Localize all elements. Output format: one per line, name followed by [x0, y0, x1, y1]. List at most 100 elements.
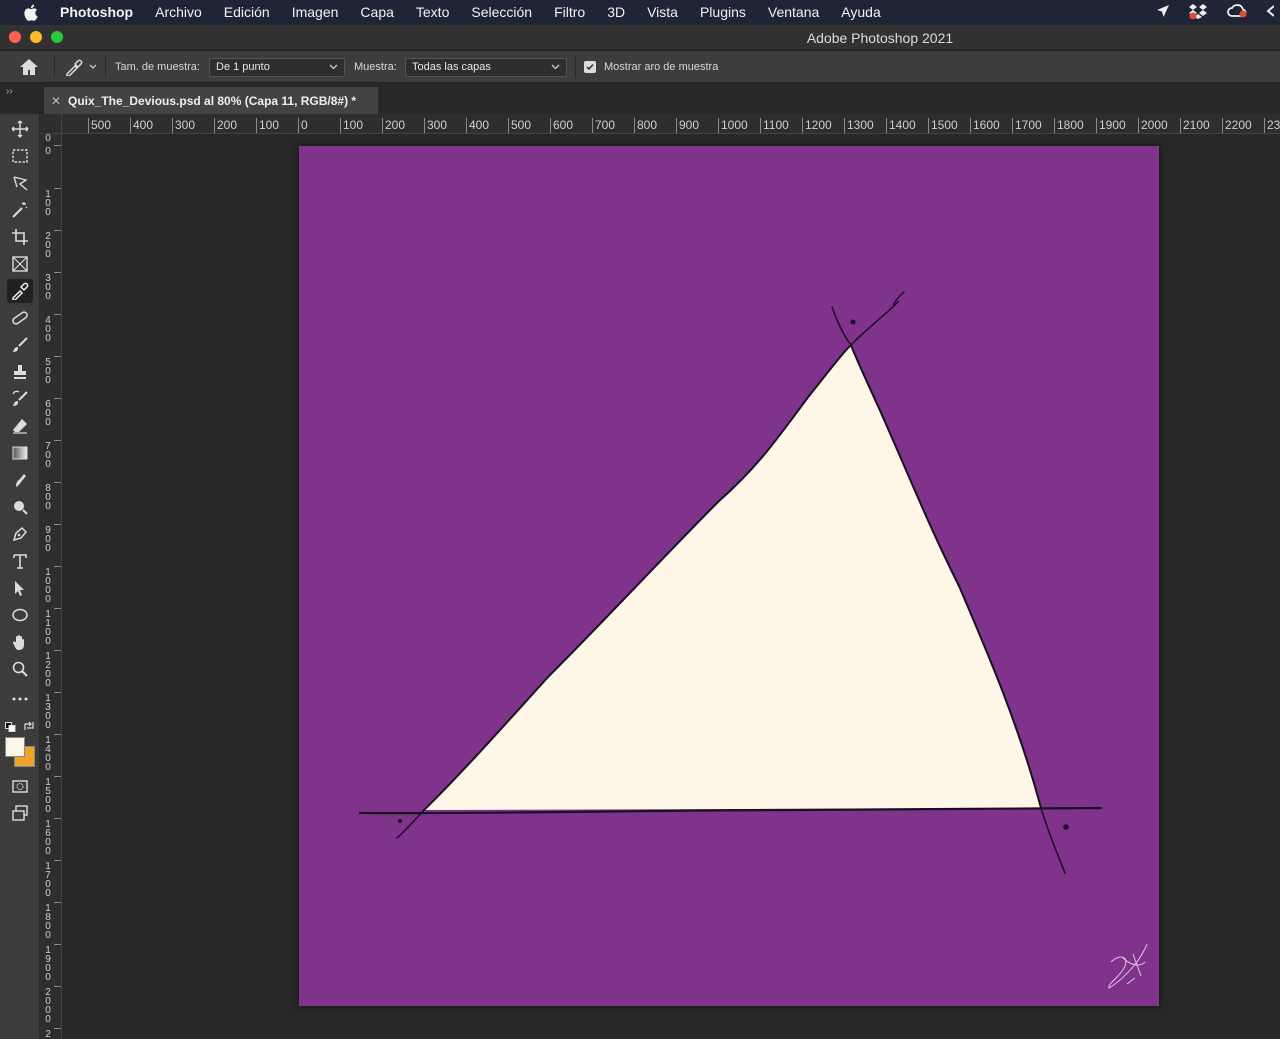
eraser-tool-icon[interactable] — [7, 414, 33, 438]
location-arrow-icon[interactable] — [1156, 4, 1170, 21]
dropbox-icon[interactable] — [1188, 3, 1208, 22]
ruler-tick-line — [54, 860, 61, 861]
creative-cloud-icon[interactable] — [1226, 3, 1248, 22]
ruler-tick-label: 2200 — [1222, 118, 1252, 133]
crop-tool-icon[interactable] — [7, 225, 33, 249]
menu-archivo[interactable]: Archivo — [144, 0, 213, 25]
ruler-tick-label: 1800 — [45, 903, 51, 941]
menu-ventana[interactable]: Ventana — [757, 0, 830, 25]
ruler-tick-label: 1400 — [886, 118, 916, 133]
ruler-tick-line — [54, 398, 61, 399]
ruler-tick-label: 1900 — [45, 945, 51, 983]
sample-size-label: Tam. de muestra: — [115, 61, 200, 73]
ruler-tick-line — [54, 776, 61, 777]
ruler-tick-label: 1100 — [760, 118, 789, 133]
ruler-tick-label: 300 — [45, 273, 51, 302]
document-canvas[interactable] — [299, 146, 1159, 1006]
ruler-tick-line — [54, 524, 61, 525]
ruler-tick-label: 600 — [45, 399, 51, 428]
macos-menu-bar: Photoshop Archivo Edición Imagen Capa Te… — [0, 0, 1280, 25]
frame-tool-icon[interactable] — [7, 252, 33, 276]
menu-photoshop[interactable]: Photoshop — [60, 0, 144, 25]
ruler-origin[interactable] — [40, 114, 62, 134]
window-title: Adobe Photoshop 2021 — [806, 30, 954, 46]
dodge-tool-icon[interactable] — [7, 495, 33, 519]
menu-imagen[interactable]: Imagen — [281, 0, 350, 25]
show-sampling-ring-option[interactable]: Mostrar aro de muestra — [584, 51, 718, 83]
smudge-tool-icon[interactable] — [7, 468, 33, 492]
ruler-tick-line — [54, 818, 61, 819]
options-bar: Tam. de muestra: De 1 punto Muestra: Tod… — [0, 51, 1280, 83]
menu-3d[interactable]: 3D — [596, 0, 636, 25]
path-selection-tool-icon[interactable] — [7, 576, 33, 600]
tool-preset-picker[interactable] — [64, 51, 96, 83]
menu-seleccion[interactable]: Selección — [460, 0, 543, 25]
pen-tool-icon[interactable] — [7, 522, 33, 546]
partial-status-icon[interactable] — [1266, 4, 1275, 21]
brush-tool-icon[interactable] — [7, 333, 33, 357]
close-tab-icon[interactable]: ✕ — [44, 94, 68, 108]
ruler-tick-label: 2000 — [45, 987, 51, 1025]
gradient-tool-icon[interactable] — [7, 441, 33, 465]
clone-stamp-tool-icon[interactable] — [7, 360, 33, 384]
menu-plugins[interactable]: Plugins — [689, 0, 757, 25]
history-brush-tool-icon[interactable] — [7, 387, 33, 411]
ruler-tick-line — [54, 986, 61, 987]
apple-menu-icon[interactable] — [0, 4, 60, 21]
ruler-tick-line — [54, 272, 61, 273]
screen-mode-icon[interactable] — [7, 801, 33, 825]
ellipse-tool-icon[interactable] — [7, 603, 33, 627]
menu-vista[interactable]: Vista — [636, 0, 689, 25]
marquee-tool-icon[interactable] — [7, 144, 33, 168]
magic-wand-tool-icon[interactable] — [7, 198, 33, 222]
zoom-tool-icon[interactable] — [7, 657, 33, 681]
lasso-tool-icon[interactable] — [7, 171, 33, 195]
swap-colors-icon[interactable] — [23, 719, 35, 737]
ruler-tick-label: 300 — [172, 118, 195, 133]
ruler-tick-line — [54, 230, 61, 231]
quick-mask-icon[interactable] — [7, 774, 33, 798]
menu-ayuda[interactable]: Ayuda — [830, 0, 891, 25]
move-tool-icon[interactable] — [7, 117, 33, 141]
show-sampling-ring-checkbox[interactable] — [584, 61, 596, 73]
eyedropper-tool-icon[interactable] — [7, 279, 33, 303]
menu-capa[interactable]: Capa — [349, 0, 404, 25]
ruler-tick-label: 300 — [424, 118, 447, 133]
ruler-tick-label: 500 — [508, 118, 531, 133]
menu-texto[interactable]: Texto — [405, 0, 460, 25]
foreground-color-swatch[interactable] — [5, 737, 25, 757]
ruler-tick-label: 1600 — [45, 819, 51, 857]
hand-tool-icon[interactable] — [7, 630, 33, 654]
show-sampling-ring-label: Mostrar aro de muestra — [604, 61, 719, 73]
ruler-tick-label: 400 — [466, 118, 489, 133]
ruler-tick-line — [54, 145, 61, 146]
type-tool-icon[interactable] — [7, 549, 33, 573]
horizontal-ruler[interactable]: 500 400 300 200 100 0 100 200 300 400 500 600 700 800… — [62, 114, 1280, 134]
home-button[interactable] — [18, 51, 40, 83]
ruler-tick-label: 900 — [45, 525, 51, 554]
ruler-tick-label: 100 — [340, 118, 363, 133]
ruler-tick-line — [54, 188, 61, 189]
sample-size-select[interactable]: De 1 punto — [209, 57, 345, 77]
ruler-tick-label: 1600 — [970, 118, 1000, 133]
ruler-tick-label: 800 — [634, 118, 657, 133]
menu-edicion[interactable]: Edición — [213, 0, 281, 25]
ruler-tick-label: 2 — [45, 1029, 51, 1039]
more-tools-icon[interactable] — [7, 687, 33, 711]
ruler-tick-line — [54, 440, 61, 441]
menu-filtro[interactable]: Filtro — [543, 0, 596, 25]
vertical-ruler[interactable]: 0 0 100 200 300 400 500 600 700 800 900 1000 1100 120… — [40, 134, 62, 1039]
home-icon — [20, 59, 38, 75]
default-colors-icon[interactable] — [5, 719, 17, 737]
chevron-down-icon — [329, 64, 338, 70]
ruler-tick-label: 1000 — [45, 567, 51, 605]
ruler-tick-label: 700 — [592, 118, 615, 133]
ruler-tick-label: 1500 — [45, 777, 51, 815]
collapse-panels-icon[interactable]: ›› — [6, 86, 13, 97]
healing-brush-tool-icon[interactable] — [7, 306, 33, 330]
ruler-tick-line — [54, 650, 61, 651]
menu-bar-tray — [1156, 0, 1280, 25]
sample-layers-select[interactable]: Todas las capas — [405, 57, 567, 77]
document-tab[interactable]: ✕ Quix_The_Devious.psd al 80% (Capa 11, … — [44, 87, 378, 114]
ruler-tick-label: 1200 — [45, 651, 51, 689]
